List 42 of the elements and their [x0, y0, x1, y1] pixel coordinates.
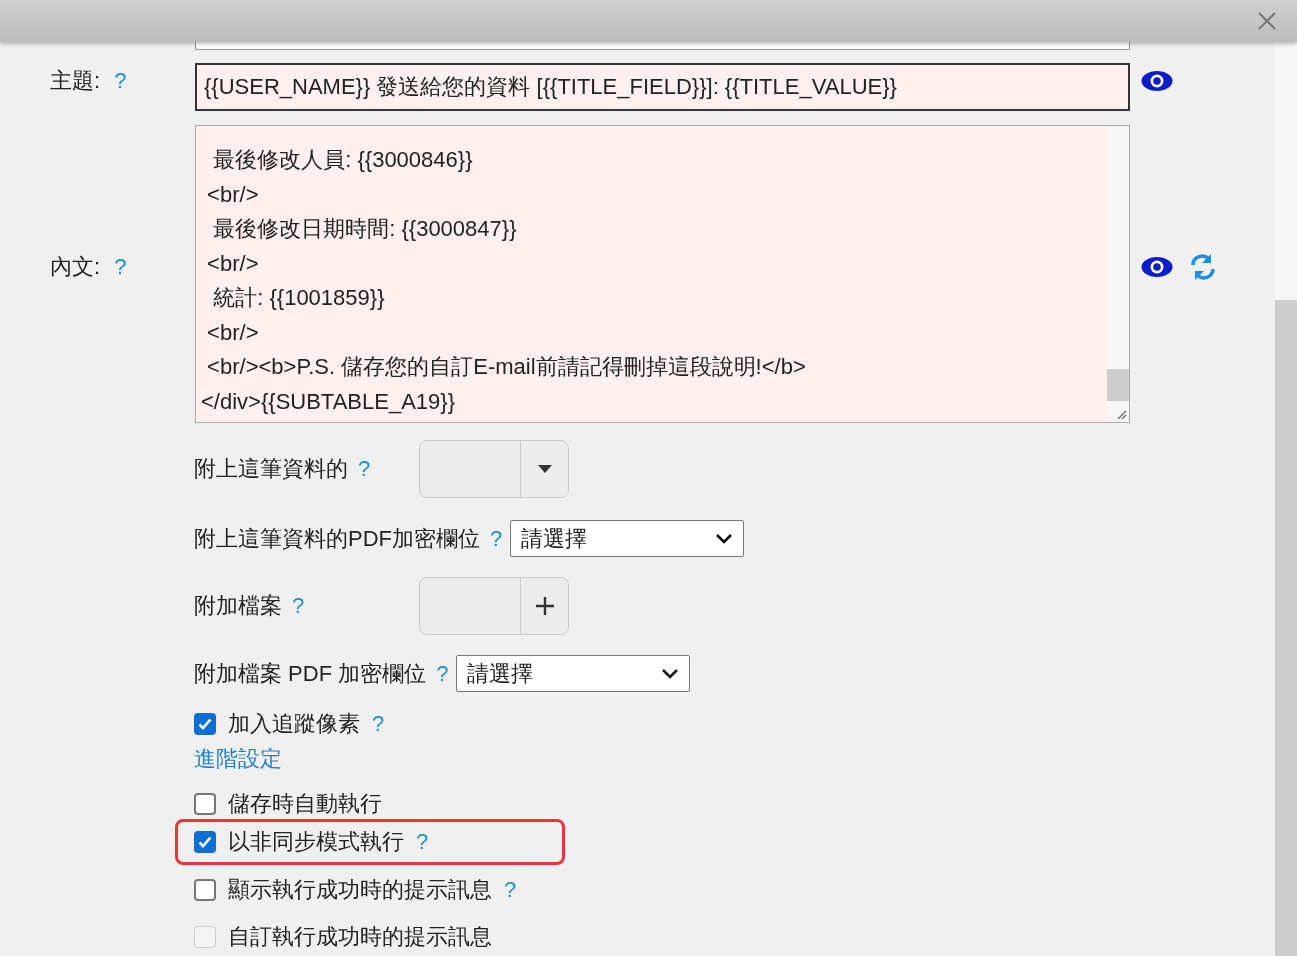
scrollbar[interactable]: [1275, 42, 1297, 956]
caret-icon[interactable]: [536, 464, 553, 474]
select-value: 請選擇: [521, 524, 588, 553]
refresh-icon[interactable]: [1188, 253, 1218, 281]
field-label: 主題:: [50, 66, 101, 95]
help-icon[interactable]: ?: [372, 711, 385, 737]
checkbox-label: 顯示執行成功時的提示訊息: [228, 876, 492, 904]
checkbox[interactable]: [194, 879, 216, 901]
input-field[interactable]: [195, 42, 1130, 50]
checkbox-label: 以非同步模式執行: [228, 828, 404, 856]
checkbox-label: 儲存時自動執行: [228, 790, 382, 818]
help-icon[interactable]: ?: [504, 877, 517, 903]
eye-icon[interactable]: [1140, 255, 1174, 279]
select-value: 請選擇: [467, 659, 534, 688]
field-label: 內文:: [50, 253, 101, 281]
field-label: 附上這筆資料的PDF加密欄位: [194, 524, 480, 553]
field-label: 附上這筆資料的: [194, 455, 348, 483]
chevron-down-icon: [715, 533, 734, 544]
checkbox[interactable]: [194, 793, 216, 815]
help-icon[interactable]: ?: [358, 456, 371, 482]
help-icon[interactable]: ?: [292, 593, 305, 619]
close-icon[interactable]: [1257, 11, 1277, 31]
checkmark-icon: [198, 836, 212, 848]
checkbox[interactable]: [194, 831, 216, 853]
field-label: 附加檔案: [194, 592, 282, 620]
subject-field[interactable]: {{USER_NAME}} 發送給您的資料 [{{TITLE_FIELD}}]: {{TITLE_VALUE}}: [195, 63, 1130, 111]
eye-icon[interactable]: [1140, 68, 1174, 93]
help-icon[interactable]: ?: [416, 829, 429, 855]
help-icon[interactable]: ?: [114, 254, 127, 280]
field-label: 附加檔案 PDF 加密欄位: [194, 659, 427, 688]
help-icon[interactable]: ?: [114, 67, 127, 94]
select-field[interactable]: 請選擇: [510, 520, 745, 557]
advanced-settings-link[interactable]: 進階設定: [194, 744, 1275, 774]
checkmark-icon: [198, 718, 212, 730]
select-field[interactable]: 請選擇: [456, 655, 691, 692]
help-icon[interactable]: ?: [436, 660, 449, 687]
plus-icon[interactable]: [534, 596, 555, 616]
help-icon[interactable]: ?: [490, 525, 503, 552]
chevron-down-icon: [661, 668, 680, 679]
checkbox-label: 自訂執行成功時的提示訊息: [228, 923, 492, 951]
checkbox-label: 加入追蹤像素: [228, 710, 360, 738]
checkbox[interactable]: [194, 713, 216, 735]
